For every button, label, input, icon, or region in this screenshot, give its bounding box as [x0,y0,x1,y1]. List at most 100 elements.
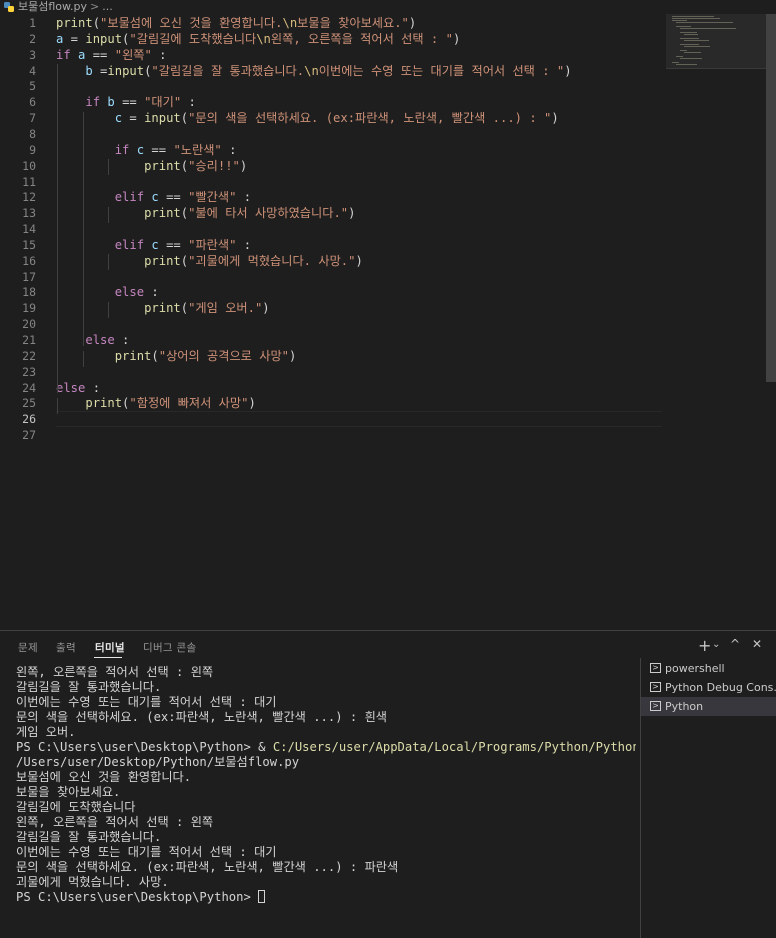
line-number: 24 [22,380,36,395]
breadcrumb-file[interactable]: 보물섬flow.py [18,0,87,13]
minimap-line [672,16,714,17]
minimap-line [680,32,697,33]
code-line[interactable]: 6 if b == "대기" : [0,94,700,110]
code-token: input [85,31,123,46]
new-terminal-icon[interactable]: + [698,636,711,655]
indent-guide [108,254,109,270]
code-token: input [107,63,145,78]
terminal-item-powershell[interactable]: > powershell [641,659,776,678]
line-number: 9 [29,142,36,157]
tab-debug-console[interactable]: 디버그 콘솔 [143,640,196,655]
terminal-output[interactable]: 왼쪽, 오른쪽을 적어서 선택 : 왼쪽 갈림길을 잘 통과했습니다. 이번에는… [16,665,636,905]
terminal-item-python[interactable]: > Python [641,697,776,716]
code-token: "빨간색" [188,190,237,205]
code-line[interactable]: 7 c = input("문의 색을 선택하세요. (ex:파란색, 노란색, … [0,110,700,126]
code-line[interactable]: 16 print("괴물에게 먹혔습니다. 사망.") [0,253,700,269]
code-token: : [236,237,252,252]
code-token: if [56,47,71,62]
code-line[interactable]: 23 [0,364,700,380]
code-text: elif c == "파란색" : [56,237,251,253]
terminal-line: 보물을 찾아보세요. [16,785,121,799]
code-line[interactable]: 27 [0,427,700,443]
code-line[interactable]: 26 [0,411,700,427]
code-token: ) [262,301,270,316]
line-number: 15 [22,237,36,252]
code-line[interactable]: 17 [0,269,700,285]
code-line[interactable]: 24 else : [0,380,700,396]
code-editor[interactable]: 1 print("보물섬에 오신 것을 환영합니다.\n보물을 찾아보세요.") 2… [0,14,766,630]
line-number: 4 [29,63,36,78]
terminal-line: 괴물에게 먹혔습니다. 사망. [16,875,169,889]
line-number: 23 [22,364,36,379]
code-line[interactable]: 10 print("승리!!") [0,158,700,174]
code-token: = [122,111,145,126]
minimap-line [676,56,683,57]
maximize-panel-icon[interactable]: ^ [730,637,740,651]
code-line[interactable]: 19 print("게임 오버.") [0,300,700,316]
breadcrumb-separator: > [90,0,100,13]
code-line[interactable]: 2 a = input("갈림길에 도착했습니다\n왼쪽, 오른쪽을 적어서 선택… [0,31,700,47]
line-number: 21 [22,333,36,347]
code-token: b [85,63,93,78]
code-token: print [114,348,152,363]
code-line[interactable]: 3 if a == "왼쪽" : [0,47,700,63]
code-line[interactable]: 14 [0,221,700,237]
code-line[interactable]: 15 elif c == "파란색" : [0,237,700,253]
code-token: ( [92,16,101,30]
terminal-list: > powershell > Python Debug Cons... > Pytho… [641,659,776,716]
code-line[interactable]: 13 print("불에 타서 사망하였습니다.") [0,205,700,221]
tab-problems[interactable]: 문제 [18,640,38,655]
code-token: c [151,190,159,205]
code-token: else [85,333,115,347]
terminal-item-label: Python [665,700,704,713]
code-token: "함정에 빠져서 사망" [129,396,249,411]
code-line[interactable]: 9 if c == "노란색" : [0,142,700,158]
code-token: \n [304,63,319,78]
terminal-line: 갈림길을 잘 통과했습니다. [16,680,162,694]
minimap[interactable] [672,14,766,70]
code-line[interactable]: 11 [0,174,700,190]
terminal-line: 갈림길에 도착했습니다 [16,800,136,814]
close-panel-icon[interactable]: ✕ [752,637,762,651]
code-token: print [144,158,181,173]
code-line[interactable]: 8 [0,126,700,142]
code-line[interactable]: 12 elif c == "빨간색" : [0,189,700,205]
code-text: print("상어의 공격으로 사망") [56,348,297,364]
code-token: b [107,95,115,110]
code-token: "승리!!" [188,158,240,173]
chevron-down-icon[interactable]: ⌄ [712,639,720,650]
code-line[interactable]: 5 [0,78,700,94]
code-text: else : [56,284,159,300]
code-line[interactable]: 18 else : [0,284,700,300]
code-line[interactable]: 21 else : [0,332,700,348]
python-exe-path[interactable]: C:/Users/user/AppData/Local/Programs/Pyt… [273,740,636,754]
code-token: 보물을 찾아보세요." [297,16,409,30]
terminal-final-prompt[interactable]: PS C:\Users\user\Desktop\Python> [16,890,636,905]
code-line[interactable]: 22 print("상어의 공격으로 사망") [0,348,700,364]
editor-scrollbar[interactable] [766,14,776,382]
terminal-icon: > [650,663,661,673]
tab-output[interactable]: 출력 [56,640,76,655]
code-line[interactable]: 20 [0,316,700,332]
breadcrumb-more[interactable]: ... [102,0,113,13]
indent-guide [57,64,58,393]
terminal-icon: > [650,682,661,692]
terminal-command-line: PS C:\Users\user\Desktop\Python> & C:/Us… [16,740,636,755]
code-text: c = input("문의 색을 선택하세요. (ex:파란색, 노란색, 빨간… [56,110,559,126]
code-line[interactable]: 4 b =input("갈림길을 잘 통과했습니다.\n이번에는 수영 또는 대… [0,63,700,79]
tab-terminal[interactable]: 터미널 [95,640,125,655]
code-line[interactable]: 1 print("보물섬에 오신 것을 환영합니다.\n보물을 찾아보세요.") [0,15,700,31]
breadcrumb[interactable]: 보물섬flow.py >... [0,0,776,14]
terminal-item-python-debug[interactable]: > Python Debug Cons... [641,678,776,697]
code-line[interactable]: 25 print("함정에 빠져서 사망") [0,395,700,411]
code-token: ) [564,63,572,78]
line-number: 20 [22,317,36,332]
code-token: : [144,285,159,300]
